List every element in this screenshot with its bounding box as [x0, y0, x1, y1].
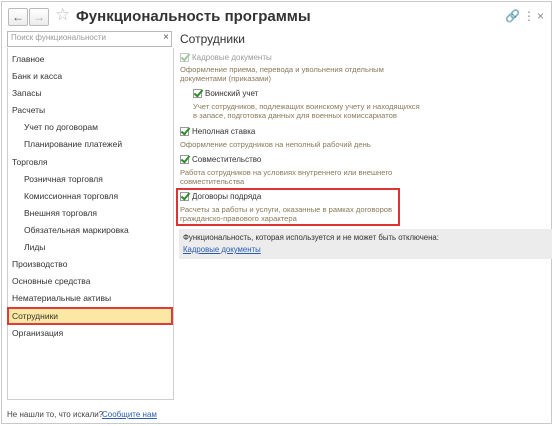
search-input[interactable]	[11, 33, 151, 42]
option-desc-hr-documents-2: документами (приказами)	[180, 74, 272, 83]
info-text: Функциональность, которая используется и…	[183, 233, 439, 242]
sidebar-item-intangible-assets[interactable]: Нематериальные активы	[12, 293, 111, 303]
search-box: ×	[7, 31, 172, 47]
sidebar-item-fixed-assets[interactable]: Основные средства	[12, 276, 90, 286]
info-link-hr-documents[interactable]: Кадровые документы	[183, 245, 261, 254]
favorite-star-icon[interactable]: ☆	[55, 5, 70, 25]
option-label-combined-employment: Совместительство	[192, 155, 262, 164]
option-desc-contracts-2: гражданско-правового характера	[180, 214, 297, 223]
feedback-prompt: Не нашли то, что искали?	[7, 410, 104, 419]
sidebar-item-trade[interactable]: Торговля	[12, 157, 48, 167]
window-title: Функциональность программы	[76, 8, 311, 25]
sidebar-item-labeling[interactable]: Обязательная маркировка	[24, 225, 129, 235]
forward-button[interactable]: →	[29, 8, 49, 26]
sidebar-item-commission[interactable]: Комиссионная торговля	[24, 191, 118, 201]
sidebar-item-foreign-trade[interactable]: Внешняя торговля	[24, 208, 97, 218]
checkbox-military-records[interactable]	[193, 89, 202, 98]
sidebar-item-settlements[interactable]: Расчеты	[12, 105, 45, 115]
app-window: ← → ☆ Функциональность программы 🔗 ⋮ × ×…	[1, 1, 552, 424]
sidebar-item-retail[interactable]: Розничная торговля	[24, 174, 103, 184]
sidebar-item-production[interactable]: Производство	[12, 259, 67, 269]
sidebar-item-payment-planning[interactable]: Планирование платежей	[24, 139, 122, 149]
sidebar-item-inventory[interactable]: Запасы	[12, 88, 42, 98]
option-label-contracts: Договоры подряда	[192, 192, 262, 201]
sections-sidebar	[7, 48, 174, 400]
option-desc-combined-employment-2: совместительства	[180, 177, 245, 186]
section-title: Сотрудники	[180, 32, 245, 46]
sidebar-item-leads[interactable]: Лиды	[24, 242, 45, 252]
option-label-part-time: Неполная ставка	[192, 127, 256, 136]
clear-search-icon[interactable]: ×	[163, 32, 169, 43]
close-icon[interactable]: ×	[537, 9, 544, 23]
checkbox-combined-employment[interactable]	[180, 155, 189, 164]
more-menu-icon[interactable]: ⋮	[523, 9, 535, 23]
checkbox-hr-documents[interactable]	[180, 53, 189, 62]
option-label-military-records: Воинский учет	[205, 89, 259, 98]
back-button[interactable]: ←	[8, 8, 28, 26]
sidebar-item-main[interactable]: Главное	[12, 54, 44, 64]
option-desc-military-records-2: в запасе, подготовка данных для военных …	[193, 111, 397, 120]
option-desc-part-time: Оформление сотрудников на неполный рабоч…	[180, 140, 371, 149]
title-bar: ← → ☆ Функциональность программы 🔗 ⋮ ×	[2, 2, 551, 32]
checkbox-part-time[interactable]	[180, 127, 189, 136]
option-label-hr-documents: Кадровые документы	[192, 53, 272, 62]
sidebar-item-organization[interactable]: Организация	[12, 328, 63, 338]
arrow-left-icon: ←	[12, 10, 24, 24]
sidebar-item-bank[interactable]: Банк и касса	[12, 71, 62, 81]
checkbox-contracts[interactable]	[180, 192, 189, 201]
sidebar-item-employees[interactable]: Сотрудники	[12, 311, 58, 321]
feedback-link[interactable]: Сообщите нам	[102, 410, 157, 419]
sidebar-item-contracts-accounting[interactable]: Учет по договорам	[24, 122, 98, 132]
arrow-right-icon: →	[33, 10, 45, 24]
link-icon[interactable]: 🔗	[505, 9, 520, 23]
